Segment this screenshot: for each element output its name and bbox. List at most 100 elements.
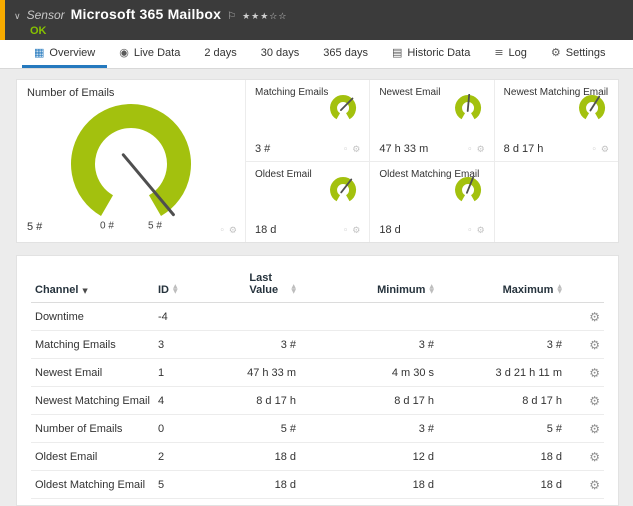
channel-id: 0 <box>154 414 212 443</box>
tab-label: 2 days <box>204 46 237 59</box>
historic-data-icon: ▤ <box>391 46 403 59</box>
mini-gauges: Matching Emails 3 # ◦ ⚙ Newest Email 47 h 33 … <box>245 80 618 242</box>
channel-settings-icon[interactable]: ⚙ <box>589 394 600 408</box>
sort-desc-icon: ▼ <box>82 287 88 295</box>
maximum-value: 3 d 21 h 11 m <box>438 358 566 387</box>
channel-id: 4 <box>154 386 212 415</box>
gear-icon[interactable]: ⚙ <box>229 226 237 236</box>
channel-settings-icon[interactable]: ⚙ <box>589 366 600 380</box>
channel-id: 3 <box>154 330 212 359</box>
channel-actions-cell: ⚙ <box>566 442 604 471</box>
maximum-value: 5 # <box>438 414 566 443</box>
channel-actions-cell: ⚙ <box>566 358 604 387</box>
pin-icon[interactable]: ◦ <box>467 145 472 155</box>
pin-icon[interactable]: ◦ <box>343 145 348 155</box>
mini-gauge-card: Oldest Matching Email 18 d ◦ ⚙ <box>369 160 494 242</box>
channel-name: Newest Matching Email <box>31 386 154 415</box>
channel-actions-cell: ⚙ <box>566 302 604 331</box>
col-header-maximum[interactable]: Maximum ▲ ▼ <box>438 264 566 303</box>
channel-row: Newest Email 1 47 h 33 m4 m 30 s3 d 21 h 1… <box>31 358 604 387</box>
last-value: 18 d <box>212 442 300 471</box>
tab-historic-data[interactable]: ▤ Historic Data <box>380 40 482 68</box>
tab-2-days[interactable]: 2 days <box>192 40 248 68</box>
gear-icon[interactable]: ⚙ <box>352 145 360 155</box>
gauge-quick-actions: ◦ ⚙ <box>467 145 484 155</box>
channel-id: 5 <box>154 470 212 499</box>
channel-settings-icon[interactable]: ⚙ <box>589 450 600 464</box>
pin-icon[interactable]: ◦ <box>220 226 225 236</box>
channel-row: Number of Emails 0 5 #3 #5 # ⚙ <box>31 414 604 443</box>
gauge-dial <box>450 93 486 127</box>
empty-cell <box>493 160 618 242</box>
gauge-value: 8 d 17 h <box>503 142 544 155</box>
pin-icon[interactable]: ◦ <box>467 226 472 236</box>
mini-gauge-card: Newest Matching Email 8 d 17 h ◦ ⚙ <box>493 80 618 161</box>
gauge-dial <box>325 94 361 127</box>
svg-text:5 #: 5 # <box>148 221 162 232</box>
col-header-label: Channel <box>35 284 79 296</box>
tab-live-data[interactable]: ◉ Live Data <box>107 40 192 68</box>
main-gauge-dial: 0 # 5 # <box>27 100 235 235</box>
minimum-value: 3 # <box>300 330 438 359</box>
channel-actions-cell: ⚙ <box>566 330 604 359</box>
svg-text:0 #: 0 # <box>100 221 114 232</box>
tab-overview[interactable]: ▦ Overview <box>22 40 108 68</box>
channel-name: Oldest Matching Email <box>31 470 154 499</box>
tab-label: Historic Data <box>407 46 471 59</box>
last-value: 47 h 33 m <box>212 358 300 387</box>
channel-settings-icon[interactable]: ⚙ <box>589 310 600 324</box>
channel-table-panel: Channel ▼ ID ▲ ▼ Last Value ▲ ▼ Minimum ▲ ▼ Maximum… <box>16 255 619 506</box>
flag-icon[interactable]: ⚐ <box>227 11 236 22</box>
channel-table-body: Downtime -4 ⚙ Matching Emails 3 3 #3 #3 # ⚙ New… <box>31 302 604 499</box>
col-header-minimum[interactable]: Minimum ▲ ▼ <box>300 264 438 303</box>
tab-30-days[interactable]: 30 days <box>249 40 312 68</box>
channel-settings-icon[interactable]: ⚙ <box>589 338 600 352</box>
col-header-label: Minimum <box>377 284 426 296</box>
channel-settings-icon[interactable]: ⚙ <box>589 478 600 492</box>
col-header-last-value[interactable]: Last Value ▲ ▼ <box>212 264 300 303</box>
col-header-channel[interactable]: Channel ▼ <box>31 264 154 303</box>
tab-label: Live Data <box>133 46 181 59</box>
tab-label: 365 days <box>323 46 368 59</box>
overview-icon: ▦ <box>34 46 45 59</box>
gauge-quick-actions: ◦ ⚙ <box>220 226 237 236</box>
col-header-label: Maximum <box>502 284 554 296</box>
tab-365-days[interactable]: 365 days <box>311 40 380 68</box>
maximum-value: 8 d 17 h <box>438 386 566 415</box>
mini-gauge-card: Newest Email 47 h 33 m ◦ ⚙ <box>369 80 493 161</box>
minimum-value: 8 d 17 h <box>300 386 438 415</box>
sensor-header: ∨ Sensor Microsoft 365 Mailbox ⚐ ★★★☆☆ O… <box>0 0 633 40</box>
pin-icon[interactable]: ◦ <box>592 145 597 155</box>
gauge-quick-actions: ◦ ⚙ <box>343 226 360 236</box>
channel-table-head-row: Channel ▼ ID ▲ ▼ Last Value ▲ ▼ Minimum ▲ ▼ Maximum… <box>31 264 604 303</box>
gear-icon[interactable]: ⚙ <box>352 226 360 236</box>
priority-stars[interactable]: ★★★☆☆ <box>242 12 287 22</box>
col-header-id[interactable]: ID ▲ ▼ <box>154 264 212 303</box>
gear-icon[interactable]: ⚙ <box>601 145 609 155</box>
pin-icon[interactable]: ◦ <box>343 226 348 236</box>
minimum-value: 3 # <box>300 414 438 443</box>
tab-settings[interactable]: ⚙ Settings <box>539 40 618 68</box>
channel-id: -4 <box>154 302 212 331</box>
gear-icon[interactable]: ⚙ <box>477 145 485 155</box>
chevron-down-icon[interactable]: ∨ <box>14 12 21 22</box>
sensor-header-body: ∨ Sensor Microsoft 365 Mailbox ⚐ ★★★☆☆ O… <box>5 0 287 40</box>
settings-icon: ⚙ <box>550 46 561 59</box>
gauge-dial <box>574 94 610 127</box>
tab-label: 30 days <box>260 46 300 59</box>
mini-gauge-card: Matching Emails 3 # ◦ ⚙ <box>245 80 369 161</box>
log-icon: ≡ <box>494 46 504 59</box>
channel-row: Matching Emails 3 3 #3 #3 # ⚙ <box>31 330 604 359</box>
channel-row: Oldest Matching Email 5 18 d 18 d 18 d ⚙ <box>31 470 604 499</box>
channel-name: Newest Email <box>31 358 154 387</box>
tab-log[interactable]: ≡ Log <box>482 40 539 68</box>
gauge-value: 18 d <box>379 224 401 236</box>
channel-name: Matching Emails <box>31 330 154 359</box>
gear-icon[interactable]: ⚙ <box>477 226 485 236</box>
last-value: 3 # <box>212 330 300 359</box>
channel-settings-icon[interactable]: ⚙ <box>589 422 600 436</box>
tab-label: Log <box>508 46 527 59</box>
channel-actions-cell: ⚙ <box>566 470 604 499</box>
last-value: 8 d 17 h <box>212 386 300 415</box>
gauge-value: 5 # <box>27 221 43 233</box>
